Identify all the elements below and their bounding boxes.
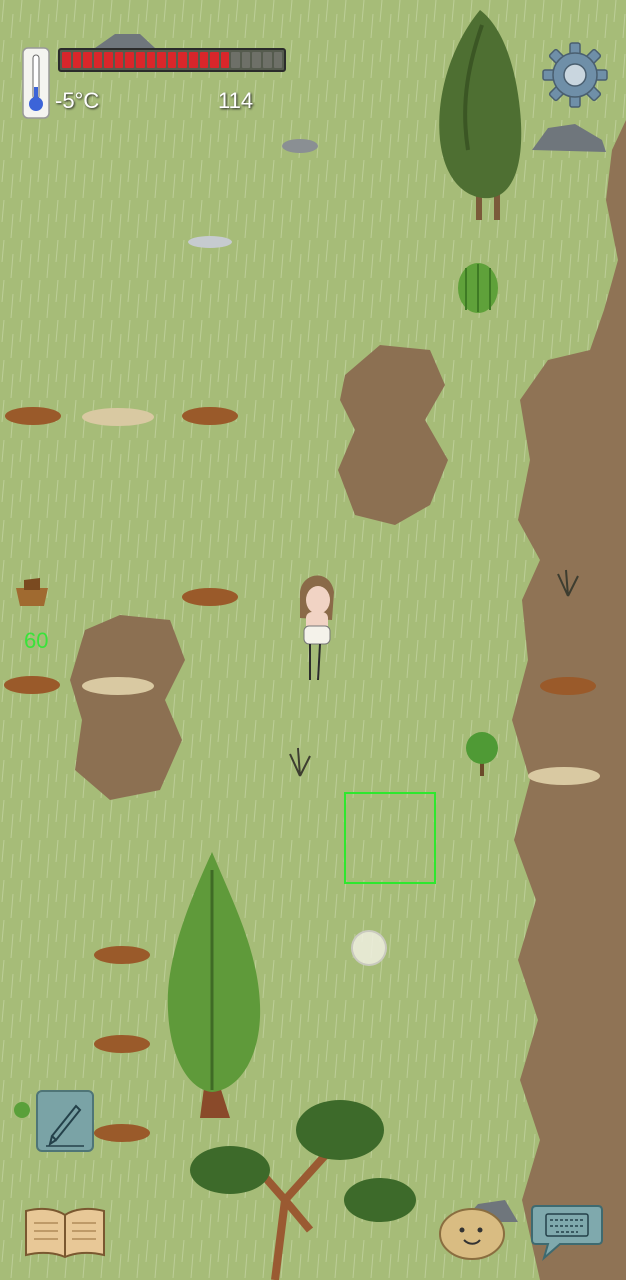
health-segment-filled: [199, 52, 209, 68]
gear-icon[interactable]: [542, 42, 608, 108]
health-segment-filled: [188, 52, 198, 68]
health-segment-filled: [178, 52, 187, 68]
thermometer-icon: [22, 47, 50, 119]
health-segment-filled: [167, 52, 177, 68]
health-segment-filled: [146, 52, 156, 68]
food-counter: 114: [218, 88, 254, 113]
health-segment-filled: [114, 52, 124, 68]
dirt-mound[interactable]: [94, 1035, 150, 1053]
health-segment-filled: [210, 52, 219, 68]
temperature-readout: -5°C: [55, 88, 100, 113]
movement-joystick[interactable]: [351, 930, 387, 966]
health-segment-empty: [241, 52, 251, 68]
plant-left[interactable]: [14, 1102, 30, 1118]
health-segment-empty: [262, 52, 272, 68]
dirt-mound[interactable]: [4, 676, 60, 694]
dirt-patch-middle: [338, 345, 448, 525]
health-segment-filled: [72, 52, 82, 68]
basket-item-count: 60: [24, 628, 49, 653]
book-icon[interactable]: [24, 1203, 106, 1259]
health-segment-empty: [252, 52, 261, 68]
target-tile-selector[interactable]: [344, 792, 436, 884]
health-segment-filled: [83, 52, 92, 68]
health-segment-filled: [104, 52, 113, 68]
health-segment-empty: [231, 52, 240, 68]
sand-pile[interactable]: [528, 767, 600, 785]
pencil-icon: [46, 1104, 84, 1147]
health-segment-filled: [136, 52, 145, 68]
sand-pile[interactable]: [82, 677, 154, 695]
dirt-mound[interactable]: [5, 407, 61, 425]
sand-pile[interactable]: [82, 408, 154, 426]
health-segment-filled: [157, 52, 166, 68]
dirt-mound[interactable]: [182, 588, 238, 606]
dirt-mound[interactable]: [94, 946, 150, 964]
dirt-mound[interactable]: [540, 677, 596, 695]
health-segment-filled: [62, 52, 71, 68]
health-bar: [58, 48, 286, 72]
dirt-mound[interactable]: [94, 1124, 150, 1142]
dirt-patch-left: [70, 615, 185, 800]
health-segment-filled: [220, 52, 230, 68]
health-segment-filled: [93, 52, 103, 68]
potato-face-icon[interactable]: [434, 1198, 514, 1262]
keyboard-icon[interactable]: [530, 1200, 604, 1262]
health-segment-filled: [125, 52, 135, 68]
health-segment-empty: [273, 52, 283, 68]
flat-stone[interactable]: [188, 236, 232, 248]
cactus[interactable]: [458, 263, 498, 313]
dirt-mound[interactable]: [182, 407, 238, 425]
rock[interactable]: [282, 139, 318, 153]
draw-button[interactable]: [36, 1090, 94, 1152]
game-world[interactable]: [0, 0, 626, 1280]
